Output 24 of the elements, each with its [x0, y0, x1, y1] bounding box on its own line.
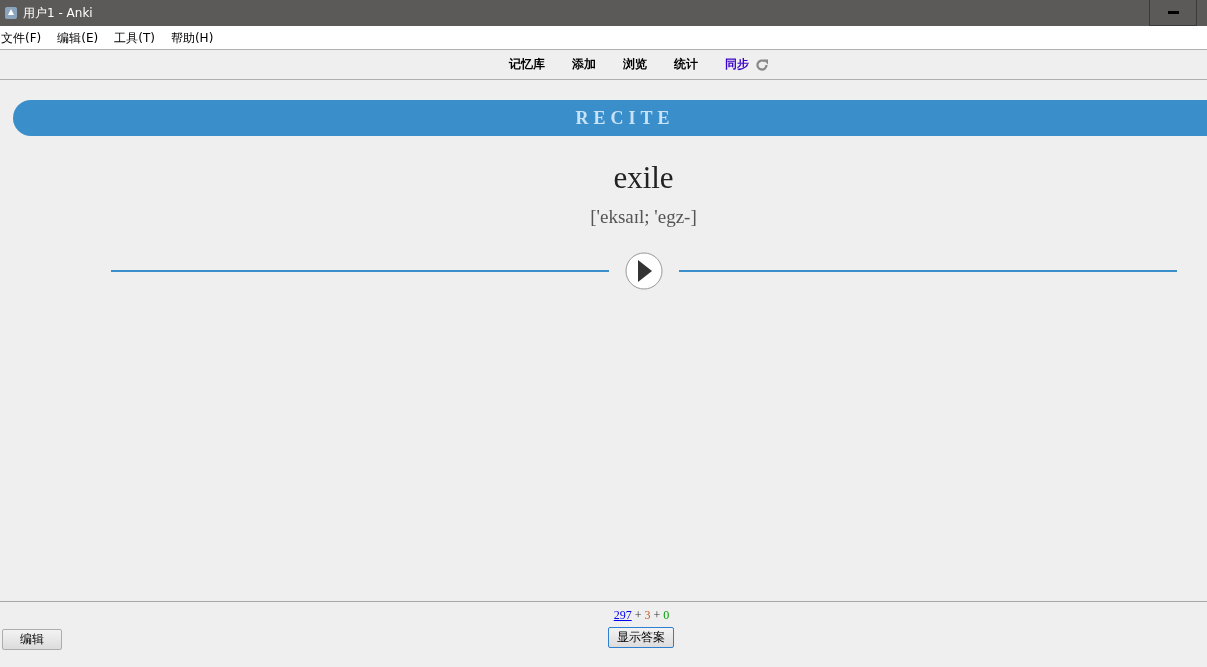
toolbar-link[interactable]: 统计 — [673, 56, 698, 73]
toolbar-link[interactable]: 浏览 — [622, 56, 647, 73]
window-title: 用户1 - Anki — [23, 4, 94, 22]
minimize-button[interactable] — [1149, 0, 1197, 26]
app-icon — [4, 6, 18, 20]
review-count: 0 — [663, 608, 670, 623]
edit-button[interactable]: 编辑 — [2, 628, 62, 650]
word-text: exile — [613, 160, 674, 196]
menu-item[interactable]: 工具(T) — [113, 29, 155, 47]
toolbar-link[interactable]: 记忆库 — [508, 56, 545, 73]
refresh-icon[interactable] — [754, 57, 769, 72]
play-button[interactable] — [624, 252, 663, 290]
plus-sign: + — [634, 608, 642, 623]
recite-banner: RECITE — [13, 100, 1207, 136]
menu-item[interactable]: 帮助(H) — [169, 29, 214, 47]
phonetic-text: ['eksaɪl; 'egz-] — [590, 206, 697, 228]
new-count-link[interactable]: 297 — [613, 608, 632, 623]
plus-sign: + — [653, 608, 661, 623]
toolbar-link[interactable]: 添加 — [571, 56, 596, 73]
menu-item[interactable]: 编辑(E) — [56, 29, 99, 47]
show-answer-button[interactable]: 显示答案 — [608, 627, 674, 648]
learning-count: 3 — [644, 608, 651, 623]
sync-link[interactable]: 同步 — [724, 56, 749, 73]
menu-item[interactable]: 文件(F) — [0, 29, 42, 47]
